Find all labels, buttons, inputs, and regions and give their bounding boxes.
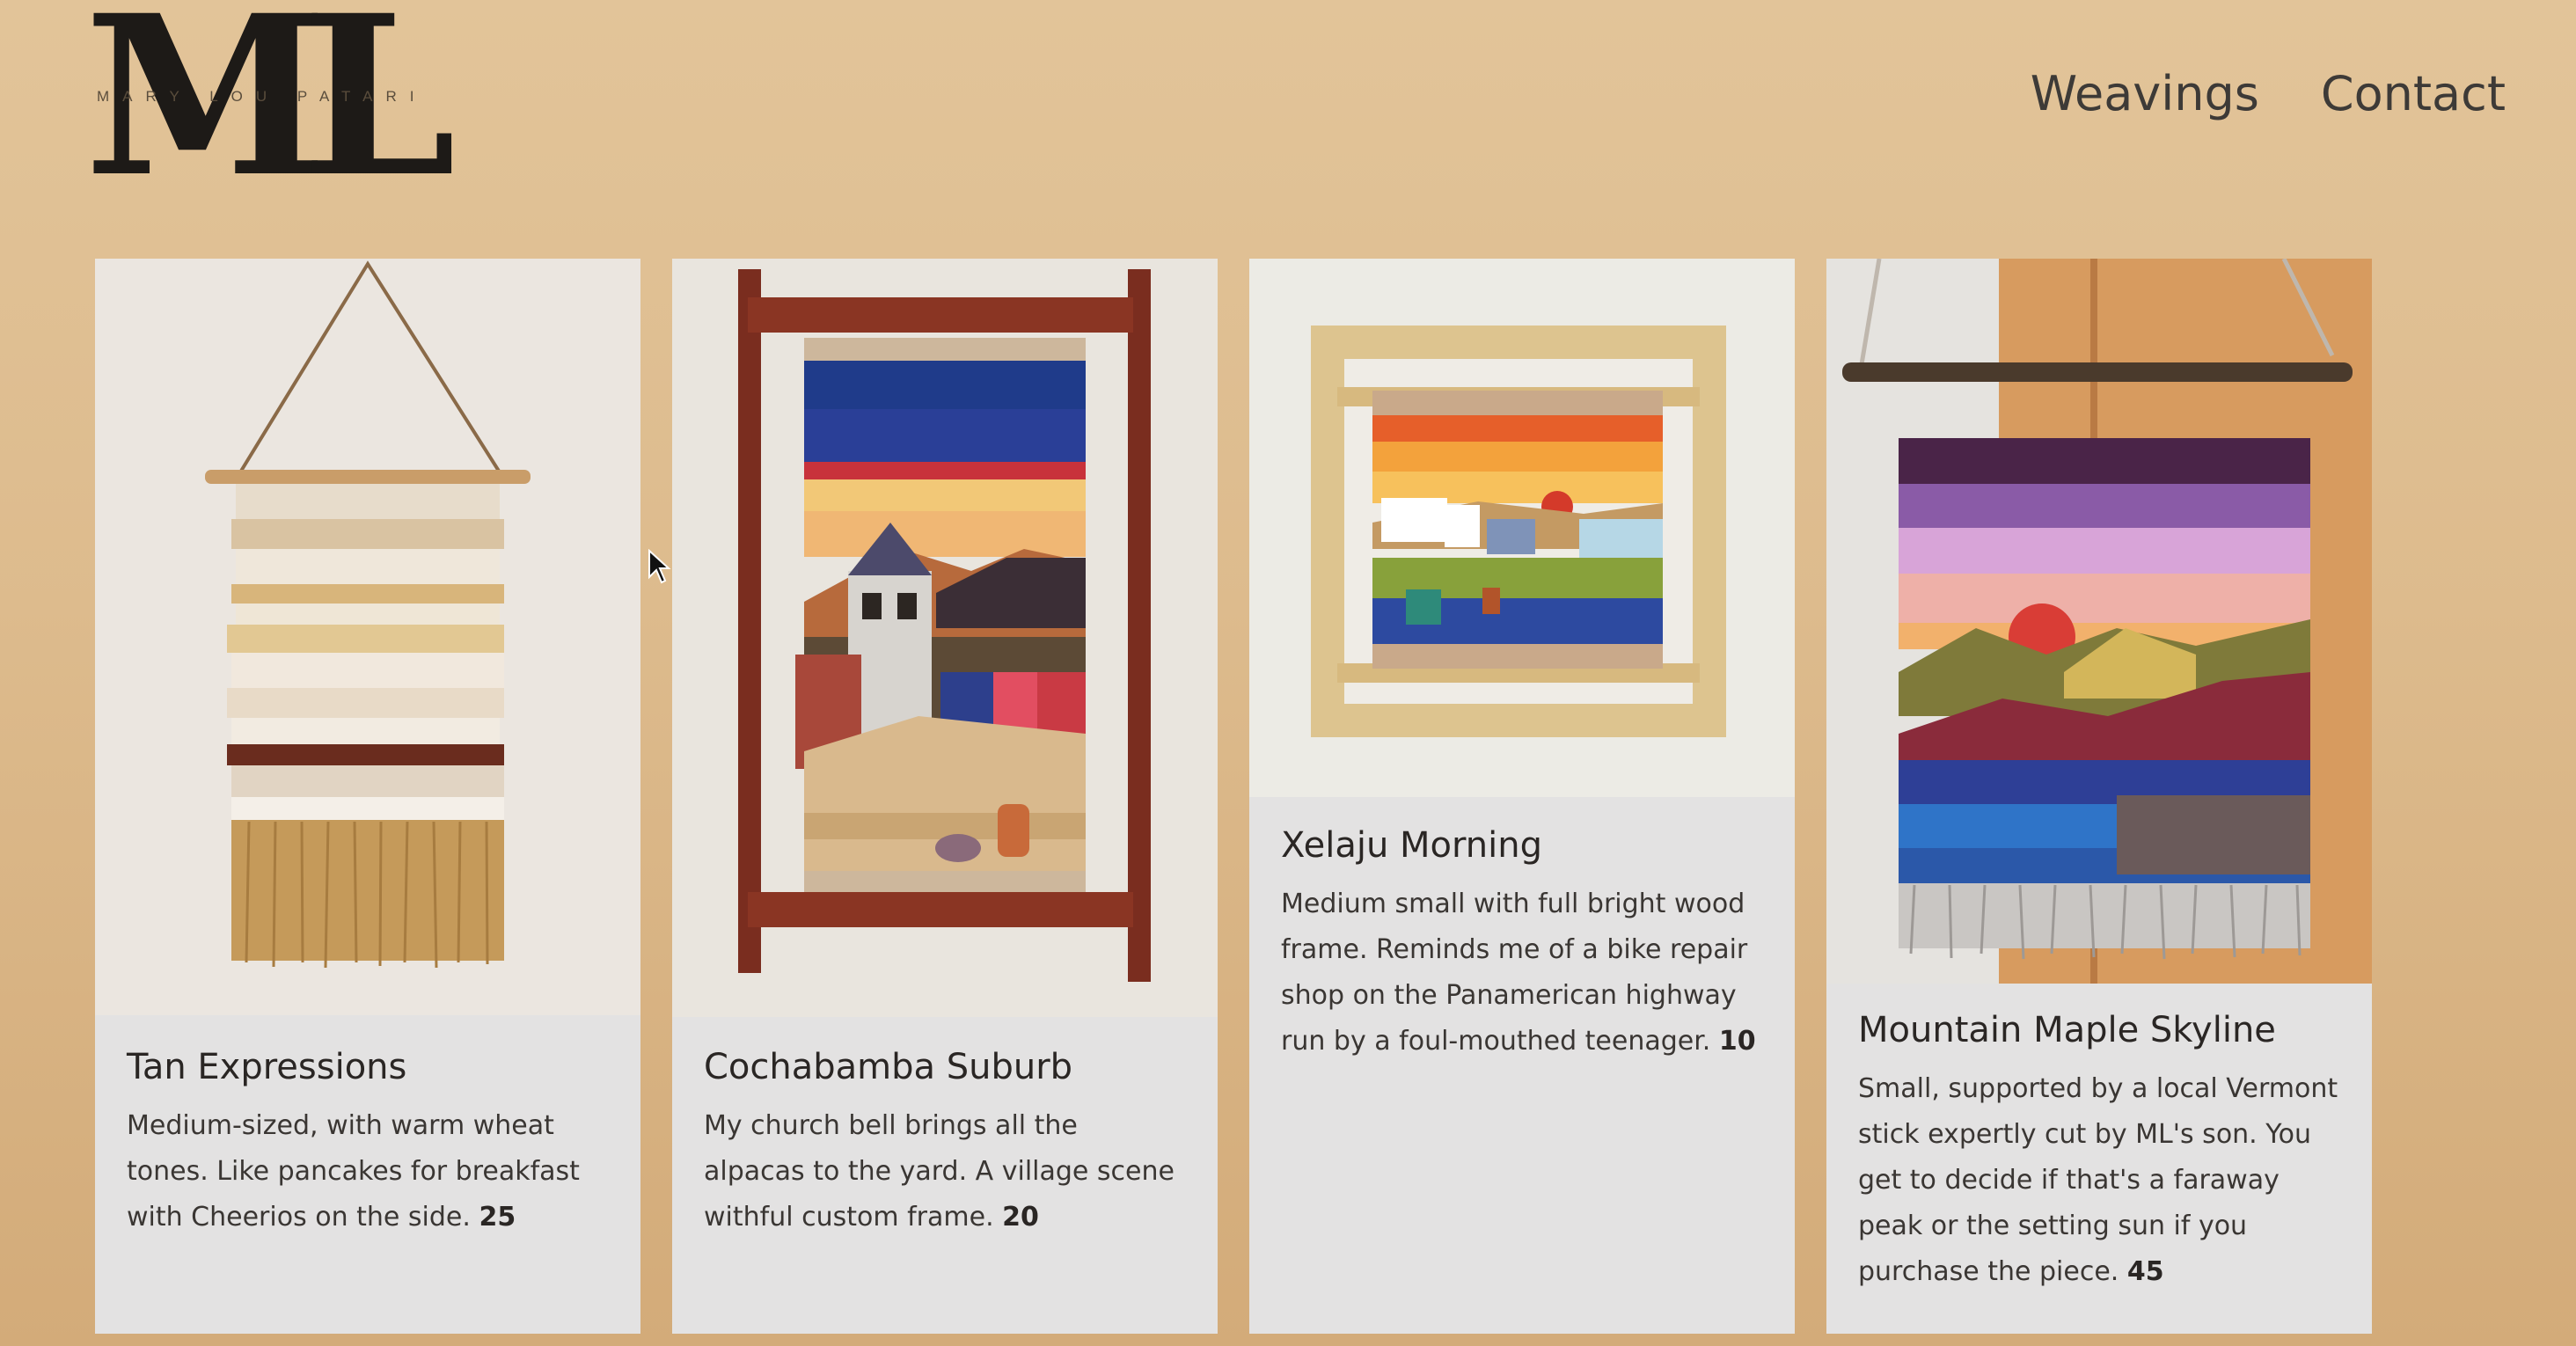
- weaving-card-mountain-maple-skyline[interactable]: Mountain Maple Skyline Small, supported …: [1826, 259, 2372, 1334]
- card-price: 20: [1002, 1202, 1039, 1233]
- card-body: Cochabamba Suburb My church bell brings …: [704, 1043, 1186, 1240]
- card-title: Cochabamba Suburb: [704, 1047, 1073, 1087]
- main-nav: Weavings Contact: [2031, 63, 2506, 125]
- card-title: Tan Expressions: [127, 1047, 407, 1087]
- weaving-photo: [1826, 259, 2372, 984]
- card-description: Small, supported by a local Vermont stic…: [1858, 1066, 2340, 1295]
- weaving-card-tan-expressions[interactable]: Tan Expressions Medium-sized, with warm …: [95, 259, 640, 1334]
- card-body: Tan Expressions Medium-sized, with warm …: [127, 1043, 609, 1240]
- card-description-text: Medium small with full bright wood frame…: [1281, 889, 1748, 1057]
- card-price: 10: [1718, 1026, 1756, 1057]
- weaving-photo: [95, 259, 640, 1015]
- card-price: 25: [479, 1202, 516, 1233]
- card-body: Mountain Maple Skyline Small, supported …: [1858, 1006, 2340, 1295]
- card-price: 45: [2126, 1256, 2164, 1287]
- site-logo[interactable]: ML MARY LOU PATARI: [84, 0, 456, 206]
- card-description-text: My church bell brings all the alpacas to…: [704, 1110, 1175, 1233]
- logo-name: MARY LOU PATARI: [97, 88, 428, 105]
- card-description: Medium-sized, with warm wheat tones. Lik…: [127, 1103, 609, 1240]
- card-description: My church bell brings all the alpacas to…: [704, 1103, 1186, 1240]
- weaving-photo: [672, 259, 1218, 1017]
- nav-link-contact[interactable]: Contact: [2321, 63, 2506, 125]
- weaving-photo: [1249, 259, 1795, 797]
- card-body: Xelaju Morning Medium small with full br…: [1281, 822, 1763, 1064]
- card-title: Mountain Maple Skyline: [1858, 1010, 2276, 1050]
- weaving-card-cochabamba-suburb[interactable]: Cochabamba Suburb My church bell brings …: [672, 259, 1218, 1334]
- card-description-text: Small, supported by a local Vermont stic…: [1858, 1073, 2338, 1287]
- card-description: Medium small with full bright wood frame…: [1281, 881, 1763, 1064]
- mouse-cursor-icon: [648, 549, 671, 584]
- weaving-card-xelaju-morning[interactable]: Xelaju Morning Medium small with full br…: [1249, 259, 1795, 1334]
- card-title: Xelaju Morning: [1281, 825, 1542, 866]
- nav-link-weavings[interactable]: Weavings: [2031, 63, 2259, 125]
